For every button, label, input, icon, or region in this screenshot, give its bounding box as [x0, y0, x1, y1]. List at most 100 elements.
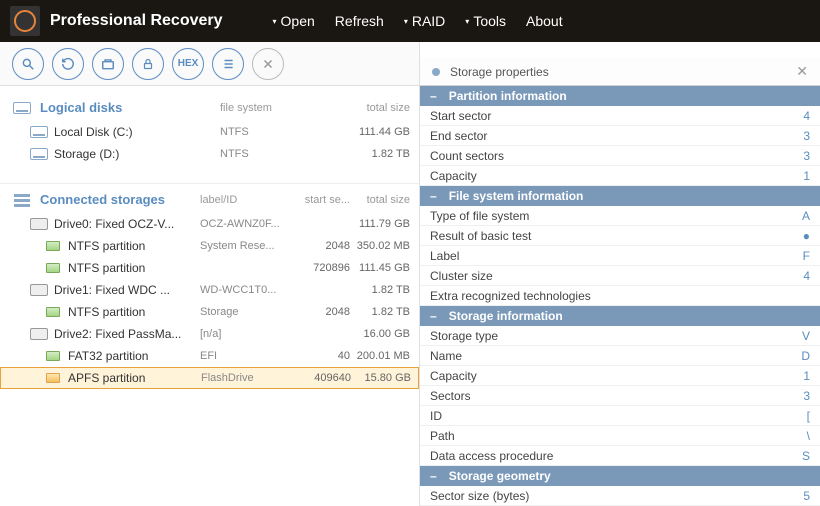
property-row: Count sectors 3: [420, 146, 820, 166]
logical-disks-icon: [12, 101, 32, 115]
search-button[interactable]: [12, 48, 44, 80]
partition-name: NTFS partition: [68, 261, 145, 275]
property-key: ID: [430, 409, 807, 423]
disk-icon: [30, 147, 48, 161]
section-title: Storage information: [449, 309, 563, 323]
property-row: Data access procedure S: [420, 446, 820, 466]
partition-name: APFS partition: [68, 371, 145, 385]
logical-disk-row[interactable]: Local Disk (C:) NTFS 111.44 GB: [0, 121, 419, 143]
drive-label: WD-WCC1T0...: [200, 284, 290, 296]
drive-row[interactable]: Drive2: Fixed PassMa... [n/a] 16.00 GB: [0, 323, 419, 345]
property-section-header[interactable]: –File system information: [420, 186, 820, 206]
property-key: Storage type: [430, 329, 802, 343]
drive-name: Drive1: Fixed WDC ...: [54, 283, 170, 297]
menu-raid[interactable]: ▾ RAID: [404, 13, 445, 29]
property-row: Name D: [420, 346, 820, 366]
property-value: S: [802, 449, 810, 463]
menu-about-label: About: [526, 13, 563, 29]
property-key: Name: [430, 349, 801, 363]
partition-icon: [44, 239, 62, 253]
drive-label: [n/a]: [200, 328, 290, 340]
property-value: 3: [803, 389, 810, 403]
property-row: ID [: [420, 406, 820, 426]
property-key: Sectors: [430, 389, 803, 403]
dropdown-icon: ▾: [404, 17, 408, 26]
close-button[interactable]: [252, 48, 284, 80]
connected-storages-title: Connected storages: [40, 192, 165, 207]
property-value: F: [803, 249, 810, 263]
menu-open-label: Open: [281, 13, 315, 29]
logical-disks-title: Logical disks: [40, 100, 122, 115]
partition-row[interactable]: NTFS partition 720896 111.45 GB: [0, 257, 419, 279]
connected-storages-icon: [12, 193, 32, 207]
drive-icon: [30, 217, 48, 231]
property-key: Extra recognized technologies: [430, 289, 810, 303]
menu-raid-label: RAID: [412, 13, 445, 29]
partition-size: 111.45 GB: [350, 262, 410, 274]
disk-size: 111.44 GB: [350, 126, 410, 138]
tab-close-button[interactable]: ✕: [796, 63, 808, 80]
property-row: Cluster size 4: [420, 266, 820, 286]
drive-row[interactable]: Drive0: Fixed OCZ-V... OCZ-AWNZ0F... 111…: [0, 213, 419, 235]
property-key: Result of basic test: [430, 229, 803, 243]
app-logo-icon: [10, 6, 40, 36]
property-row: Capacity 1: [420, 166, 820, 186]
section-title: Storage geometry: [449, 469, 551, 483]
partition-label: EFI: [200, 350, 290, 362]
property-key: Type of file system: [430, 209, 802, 223]
menu-refresh[interactable]: Refresh: [335, 13, 384, 29]
drive-size: 16.00 GB: [350, 328, 410, 340]
property-value: 1: [803, 169, 810, 183]
property-key: Count sectors: [430, 149, 803, 163]
property-value: 4: [803, 109, 810, 123]
partition-label: Storage: [200, 306, 290, 318]
property-value: 4: [803, 269, 810, 283]
partition-start: 409640: [291, 372, 351, 384]
property-key: Label: [430, 249, 803, 263]
property-section-header[interactable]: –Partition information: [420, 86, 820, 106]
toolbar: HEX: [0, 42, 419, 86]
refresh-button[interactable]: [52, 48, 84, 80]
property-value: ●: [803, 229, 810, 243]
partition-row[interactable]: NTFS partition Storage 2048 1.82 TB: [0, 301, 419, 323]
partition-size: 200.01 MB: [350, 350, 410, 362]
list-button[interactable]: [212, 48, 244, 80]
right-panel: Storage properties ✕ –Partition informat…: [420, 42, 820, 506]
menu-about[interactable]: About: [526, 13, 563, 29]
property-key: Data access procedure: [430, 449, 802, 463]
property-section-header[interactable]: –Storage information: [420, 306, 820, 326]
menu-tools[interactable]: ▾Tools: [465, 13, 506, 29]
tab-indicator-icon: [432, 68, 440, 76]
property-row: Capacity 1: [420, 366, 820, 386]
partition-name: NTFS partition: [68, 239, 145, 253]
drive-name: Drive2: Fixed PassMa...: [54, 327, 181, 341]
property-row: Type of file system A: [420, 206, 820, 226]
main-menu: ▾Open Refresh ▾ RAID ▾Tools About: [273, 13, 563, 29]
col-size-header: total size: [350, 102, 410, 114]
menu-tools-label: Tools: [473, 13, 506, 29]
property-key: Path: [430, 429, 807, 443]
hex-button[interactable]: HEX: [172, 48, 204, 80]
partition-row[interactable]: APFS partition FlashDrive 409640 15.80 G…: [0, 367, 419, 389]
property-row: Label F: [420, 246, 820, 266]
lock-button[interactable]: [132, 48, 164, 80]
disk-name: Local Disk (C:): [54, 125, 133, 139]
properties-tab[interactable]: Storage properties ✕: [420, 58, 820, 86]
col-fs-header: file system: [220, 102, 272, 114]
menu-open[interactable]: ▾Open: [273, 13, 315, 29]
property-value: 3: [803, 129, 810, 143]
partition-row[interactable]: NTFS partition System Rese... 2048 350.0…: [0, 235, 419, 257]
partition-label: FlashDrive: [201, 372, 291, 384]
property-key: Capacity: [430, 369, 803, 383]
partition-row[interactable]: FAT32 partition EFI 40 200.01 MB: [0, 345, 419, 367]
open-button[interactable]: [92, 48, 124, 80]
property-key: Start sector: [430, 109, 803, 123]
property-section-header[interactable]: –Storage geometry: [420, 466, 820, 486]
left-panel: HEX Logical disks file system total size…: [0, 42, 420, 506]
logical-disk-row[interactable]: Storage (D:) NTFS 1.82 TB: [0, 143, 419, 165]
partition-icon: [44, 261, 62, 275]
drive-row[interactable]: Drive1: Fixed WDC ... WD-WCC1T0... 1.82 …: [0, 279, 419, 301]
property-value: 1: [803, 369, 810, 383]
section-title: File system information: [449, 189, 584, 203]
property-value: 5: [803, 489, 810, 503]
